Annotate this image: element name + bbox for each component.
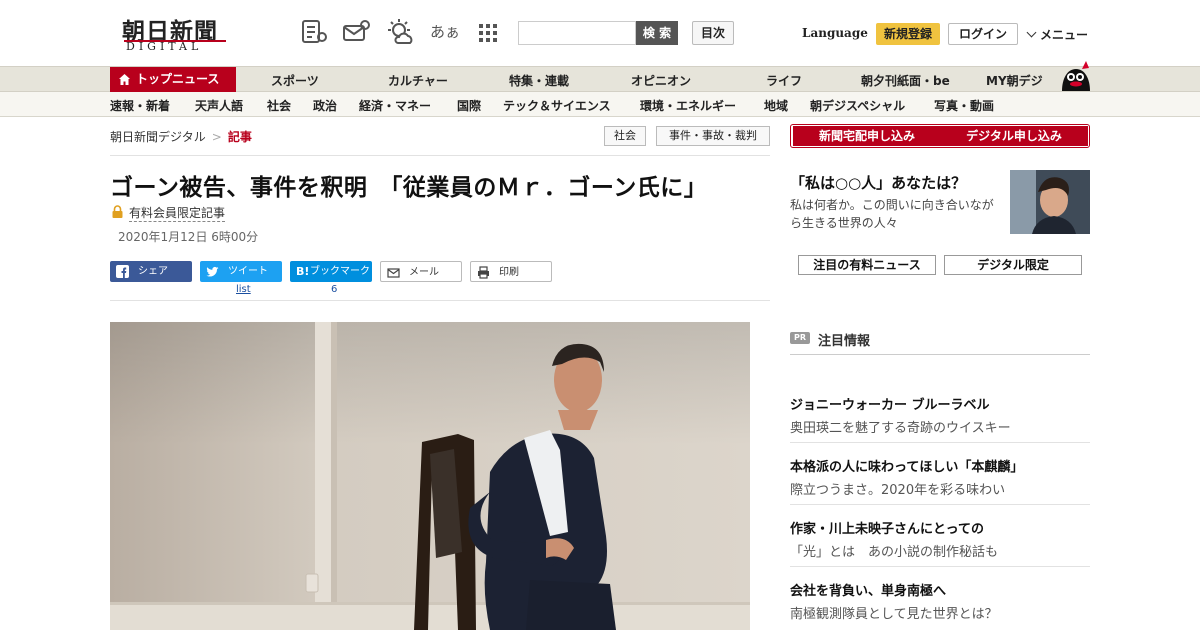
subscribe-paper-button[interactable]: 新聞宅配申し込み: [793, 126, 941, 146]
login-button[interactable]: ログイン: [948, 23, 1018, 45]
nav2-international[interactable]: 国際: [457, 97, 481, 114]
hatena-bookmark-button[interactable]: B! ブックマーク: [290, 261, 372, 282]
nav2-special[interactable]: 朝デジスペシャル: [810, 97, 905, 114]
divider: [110, 155, 770, 156]
home-icon: [119, 74, 130, 85]
article-photo: [110, 322, 750, 630]
nav-sports[interactable]: スポーツ: [271, 72, 319, 89]
breadcrumb-current: 記事: [227, 130, 252, 144]
facebook-share-button[interactable]: シェア: [110, 261, 192, 282]
promo-photo[interactable]: [1010, 170, 1090, 234]
search-input[interactable]: [518, 21, 636, 45]
ad-item-title[interactable]: 作家・川上未映子さんにとっての: [790, 518, 984, 537]
nav2-tech-science[interactable]: テック＆サイエンス: [503, 97, 611, 114]
ad-item-title[interactable]: 会社を背負い、単身南極へ: [790, 580, 946, 599]
tab-paid-news[interactable]: 注目の有料ニュース: [798, 255, 936, 275]
nav-opinion[interactable]: オピニオン: [631, 72, 691, 89]
ad-item-desc[interactable]: 奥田瑛二を魅了する奇跡のウイスキー: [790, 417, 1011, 436]
nav2-environment[interactable]: 環境・エネルギー: [640, 97, 736, 114]
nav2-tenseijingo[interactable]: 天声人語: [195, 97, 243, 114]
nav2-region[interactable]: 地域: [764, 97, 788, 114]
divider: [790, 354, 1090, 355]
lock-icon: [112, 205, 123, 218]
twitter-share-label: ツイート: [228, 266, 268, 277]
breadcrumb: 朝日新聞デジタル > 記事: [110, 128, 252, 145]
subscribe-digital-button[interactable]: デジタル申し込み: [940, 126, 1088, 146]
mascot-icon[interactable]: [1058, 58, 1092, 92]
article-headline: ゴーン被告、事件を釈明 「従業員のＭｒ．ゴーン氏に」: [110, 175, 708, 201]
twitter-share-button[interactable]: ツイート: [200, 261, 282, 282]
font-size-icon[interactable]: あぁ: [430, 18, 464, 46]
ad-item-desc[interactable]: 「光」とは あの小説の制作秘話も: [790, 541, 998, 560]
nav2-photo-video[interactable]: 写真・動画: [934, 97, 994, 114]
logo-subtext: DIGITAL: [126, 40, 203, 53]
nav2-economy[interactable]: 経済・マネー: [359, 97, 431, 114]
hatena-bookmark-label: ブックマーク: [310, 266, 370, 277]
language-link[interactable]: Language: [802, 26, 868, 40]
divider: [790, 566, 1090, 567]
register-button[interactable]: 新規登録: [876, 23, 940, 45]
ad-item-title[interactable]: 本格派の人に味わってほしい「本麒麟」: [790, 456, 1023, 475]
weather-icon[interactable]: [386, 18, 414, 46]
ad-item-title[interactable]: ジョニーウォーカー ブルーラベル: [790, 394, 990, 413]
twitter-count[interactable]: list: [236, 284, 251, 295]
facebook-icon: [116, 265, 129, 278]
ad-item-desc[interactable]: 際立つうまさ。2020年を彩る味わい: [790, 479, 1005, 498]
chevron-down-icon: [1026, 27, 1037, 38]
search-button[interactable]: 検 索: [636, 21, 678, 45]
facebook-share-label: シェア: [138, 266, 168, 277]
asahi-digital-logo[interactable]: 朝日新聞 DIGITAL: [116, 12, 232, 56]
twitter-icon: [206, 266, 219, 277]
breadcrumb-site[interactable]: 朝日新聞デジタル: [110, 130, 206, 144]
print-label: 印刷: [499, 267, 519, 278]
menu-label: メニュー: [1040, 28, 1089, 42]
nav2-breaking[interactable]: 速報・新着: [110, 97, 170, 114]
nav-top-news-label: トップニュース: [136, 72, 220, 86]
publish-date: 2020年1月12日 6時00分: [118, 230, 259, 244]
nav-culture[interactable]: カルチャー: [388, 72, 448, 89]
hatena-icon: B!: [296, 265, 310, 278]
pr-heading: 注目情報: [818, 334, 871, 349]
envelope-icon: [387, 268, 400, 278]
grid-menu-icon[interactable]: [476, 18, 504, 46]
menu-button[interactable]: メニュー: [1026, 26, 1089, 43]
nav-life[interactable]: ライフ: [766, 72, 802, 89]
breadcrumb-separator: >: [211, 130, 222, 144]
nav-paper[interactable]: 朝夕刊紙面・be: [861, 72, 950, 89]
tag-society[interactable]: 社会: [604, 126, 646, 146]
ad-item-desc[interactable]: 南極観測隊員として見た世界とは？: [790, 603, 998, 622]
secondary-nav: 速報・新着 天声人語 社会 政治 経済・マネー 国際 テック＆サイエンス 環境・…: [0, 92, 1200, 117]
divider: [790, 504, 1090, 505]
printer-icon: [478, 266, 489, 279]
nav2-politics[interactable]: 政治: [313, 97, 337, 114]
divider: [790, 442, 1090, 443]
tab-digital-only[interactable]: デジタル限定: [944, 255, 1082, 275]
nav-my-asadigi[interactable]: MY朝デジ: [986, 72, 1043, 89]
paid-member-label[interactable]: 有料会員限定記事: [129, 204, 226, 222]
divider: [110, 300, 770, 301]
print-button[interactable]: 印刷: [470, 261, 552, 282]
mail-icon[interactable]: [342, 18, 370, 46]
primary-nav: トップニュース スポーツ カルチャー 特集・連載 オピニオン ライフ 朝夕刊紙面…: [0, 66, 1200, 92]
promo-title[interactable]: 「私は○○人」あなたは？: [790, 172, 966, 193]
nav-top-news[interactable]: トップニュース: [110, 67, 236, 92]
mail-share-label: メール: [409, 267, 439, 278]
promo-description[interactable]: 私は何者か。この問いに向き合いながら生きる世界の人々: [790, 196, 1002, 232]
nav2-society[interactable]: 社会: [267, 97, 291, 114]
news-list-icon[interactable]: [300, 18, 328, 46]
mail-share-button[interactable]: メール: [380, 261, 462, 282]
nav-features[interactable]: 特集・連載: [509, 72, 569, 89]
tag-incident[interactable]: 事件・事故・裁判: [656, 126, 770, 146]
toc-button[interactable]: 目次: [692, 21, 734, 45]
hatena-count[interactable]: 6: [331, 284, 337, 295]
pr-badge: PR: [790, 332, 810, 344]
